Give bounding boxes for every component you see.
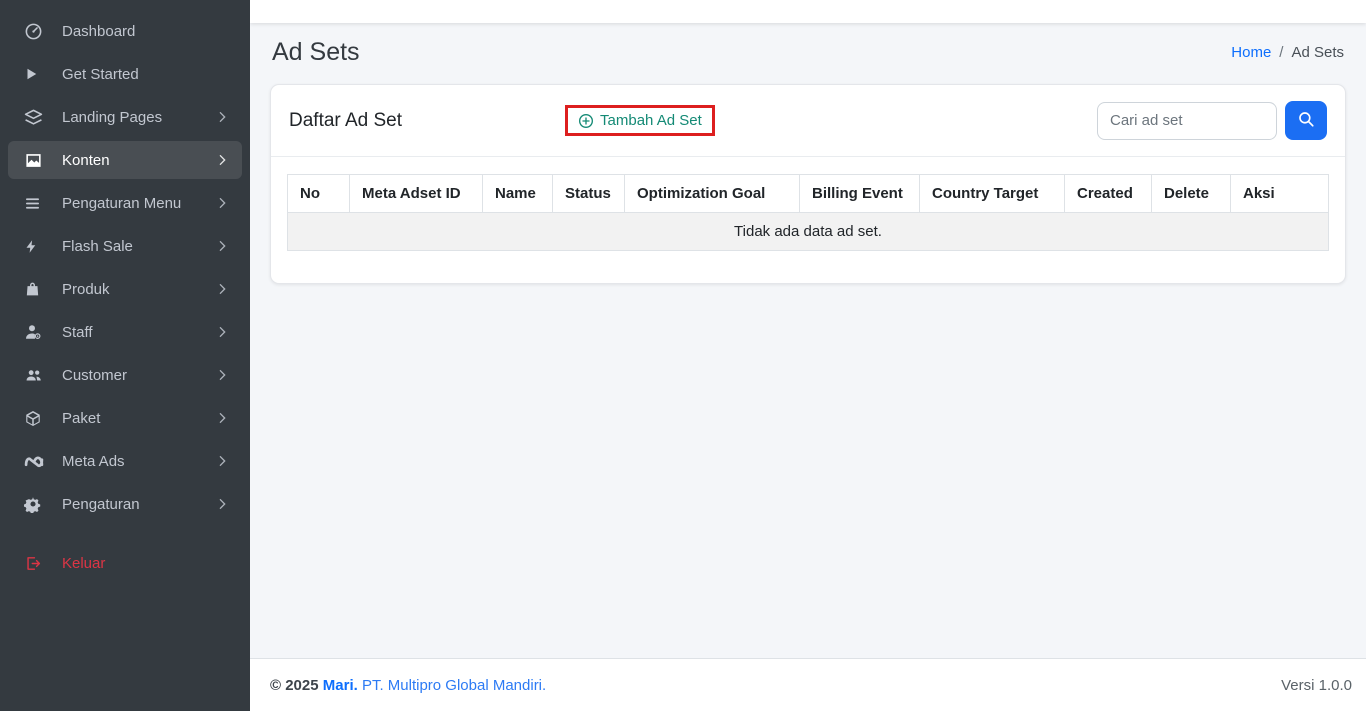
- sidebar-item-label: Flash Sale: [62, 238, 214, 255]
- sidebar: Dashboard Get Started Landing Pages Kont…: [0, 0, 250, 711]
- sidebar-item-produk[interactable]: Produk: [8, 270, 242, 308]
- col-header-billing-event: Billing Event: [800, 175, 920, 213]
- ad-sets-card: Daftar Ad Set Tambah Ad Set: [270, 84, 1346, 284]
- sidebar-item-label: Customer: [62, 367, 214, 384]
- sidebar-item-label: Keluar: [62, 555, 230, 572]
- chevron-right-icon: [214, 453, 230, 469]
- user-gear-icon: [24, 322, 48, 342]
- breadcrumb: Home / Ad Sets: [1231, 44, 1344, 61]
- play-icon: [24, 64, 48, 84]
- footer-left: © 2025 Mari. PT. Multipro Global Mandiri…: [270, 677, 546, 694]
- table-header-row: No Meta Adset ID Name Status Optimizatio…: [288, 175, 1329, 213]
- bag-icon: [24, 279, 48, 299]
- breadcrumb-current: Ad Sets: [1291, 44, 1344, 61]
- sidebar-item-label: Get Started: [62, 66, 230, 83]
- col-header-meta-adset-id: Meta Adset ID: [350, 175, 483, 213]
- sidebar-item-konten[interactable]: Konten: [8, 141, 242, 179]
- sidebar-item-keluar[interactable]: Keluar: [8, 544, 242, 582]
- col-header-country-target: Country Target: [920, 175, 1065, 213]
- chevron-right-icon: [214, 152, 230, 168]
- sidebar-item-get-started[interactable]: Get Started: [8, 55, 242, 93]
- sidebar-item-label: Landing Pages: [62, 109, 214, 126]
- col-header-status: Status: [553, 175, 625, 213]
- meta-icon: [24, 451, 48, 471]
- add-button-label: Tambah Ad Set: [600, 112, 702, 129]
- chevron-right-icon: [214, 195, 230, 211]
- sidebar-item-label: Konten: [62, 152, 214, 169]
- sidebar-item-paket[interactable]: Paket: [8, 399, 242, 437]
- sidebar-item-customer[interactable]: Customer: [8, 356, 242, 394]
- search-group: [1097, 101, 1327, 140]
- sidebar-item-pengaturan[interactable]: Pengaturan: [8, 485, 242, 523]
- add-ad-set-button[interactable]: Tambah Ad Set: [578, 112, 702, 129]
- sidebar-item-label: Produk: [62, 281, 214, 298]
- main-content: Ad Sets Home / Ad Sets Daftar Ad Set Tam…: [250, 23, 1366, 658]
- col-header-name: Name: [483, 175, 553, 213]
- add-button-wrapper: Tambah Ad Set: [565, 105, 715, 136]
- sidebar-item-label: Meta Ads: [62, 453, 214, 470]
- image-icon: [24, 150, 48, 170]
- sidebar-item-label: Pengaturan Menu: [62, 195, 214, 212]
- layers-icon: [24, 107, 48, 127]
- copyright-text: © 2025: [270, 677, 319, 694]
- search-icon: [1297, 110, 1315, 131]
- sidebar-item-meta-ads[interactable]: Meta Ads: [8, 442, 242, 480]
- chevron-right-icon: [214, 324, 230, 340]
- gauge-icon: [24, 21, 48, 41]
- chevron-right-icon: [214, 238, 230, 254]
- search-input[interactable]: [1097, 102, 1277, 140]
- sidebar-item-pengaturan-menu[interactable]: Pengaturan Menu: [8, 184, 242, 222]
- empty-state-row: Tidak ada data ad set.: [288, 213, 1329, 251]
- card-title: Daftar Ad Set: [289, 110, 402, 132]
- brand-link[interactable]: Mari.: [323, 677, 358, 694]
- menu-icon: [24, 193, 48, 213]
- sidebar-item-dashboard[interactable]: Dashboard: [8, 12, 242, 50]
- empty-state-message: Tidak ada data ad set.: [288, 213, 1329, 251]
- col-header-no: No: [288, 175, 350, 213]
- sidebar-item-flash-sale[interactable]: Flash Sale: [8, 227, 242, 265]
- footer: © 2025 Mari. PT. Multipro Global Mandiri…: [250, 658, 1366, 711]
- col-header-optimization-goal: Optimization Goal: [625, 175, 800, 213]
- logout-icon: [24, 553, 48, 573]
- sidebar-item-label: Paket: [62, 410, 214, 427]
- users-icon: [24, 365, 48, 385]
- gear-icon: [24, 494, 48, 514]
- version-text: Versi 1.0.0: [1281, 677, 1352, 694]
- company-link[interactable]: PT. Multipro Global Mandiri.: [362, 677, 546, 694]
- search-button[interactable]: [1285, 101, 1327, 140]
- breadcrumb-home-link[interactable]: Home: [1231, 44, 1271, 61]
- bolt-icon: [24, 236, 48, 256]
- chevron-right-icon: [214, 496, 230, 512]
- chevron-right-icon: [214, 410, 230, 426]
- card-body: No Meta Adset ID Name Status Optimizatio…: [271, 157, 1345, 283]
- sidebar-item-label: Staff: [62, 324, 214, 341]
- chevron-right-icon: [214, 367, 230, 383]
- cube-icon: [24, 408, 48, 428]
- card-header: Daftar Ad Set Tambah Ad Set: [271, 85, 1345, 157]
- breadcrumb-separator: /: [1279, 44, 1283, 61]
- col-header-aksi: Aksi: [1231, 175, 1329, 213]
- chevron-right-icon: [214, 281, 230, 297]
- col-header-delete: Delete: [1152, 175, 1231, 213]
- top-navbar: [250, 0, 1366, 23]
- page-title: Ad Sets: [272, 38, 360, 67]
- chevron-right-icon: [214, 109, 230, 125]
- ad-sets-table: No Meta Adset ID Name Status Optimizatio…: [287, 174, 1329, 251]
- sidebar-item-landing-pages[interactable]: Landing Pages: [8, 98, 242, 136]
- sidebar-item-staff[interactable]: Staff: [8, 313, 242, 351]
- sidebar-item-label: Dashboard: [62, 23, 230, 40]
- sidebar-item-label: Pengaturan: [62, 496, 214, 513]
- plus-circle-icon: [578, 113, 594, 129]
- highlight-annotation-box: Tambah Ad Set: [565, 105, 715, 136]
- page-header: Ad Sets Home / Ad Sets: [270, 38, 1346, 67]
- col-header-created: Created: [1065, 175, 1152, 213]
